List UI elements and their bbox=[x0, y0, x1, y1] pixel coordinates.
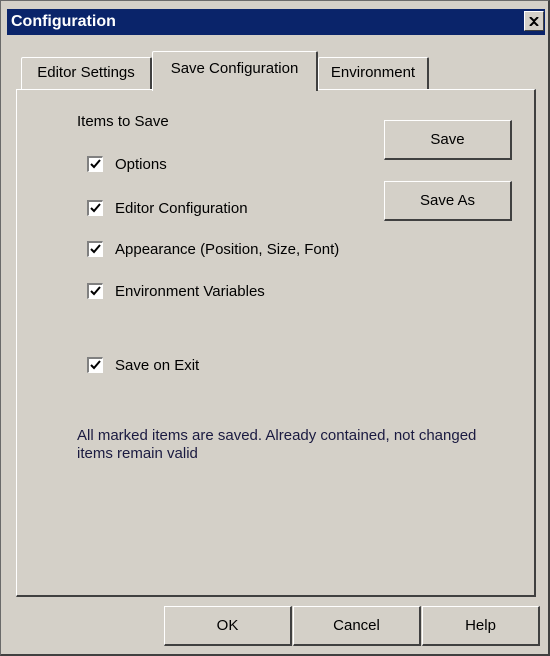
save-as-button[interactable]: Save As bbox=[384, 181, 512, 221]
checkbox-label: Environment Variables bbox=[115, 282, 265, 300]
checkbox-box[interactable] bbox=[87, 283, 103, 299]
window-title: Configuration bbox=[11, 13, 116, 30]
checkmark-icon bbox=[90, 360, 101, 370]
checkmark-icon bbox=[90, 203, 101, 213]
tab-label: Environment bbox=[330, 64, 416, 81]
checkbox-label: Appearance (Position, Size, Font) bbox=[115, 240, 340, 258]
tab-environment[interactable]: Environment bbox=[318, 57, 429, 89]
title-bar[interactable]: Configuration bbox=[7, 9, 545, 35]
checkmark-icon bbox=[90, 159, 101, 169]
checkbox-environment-variables[interactable]: Environment Variables bbox=[87, 281, 265, 301]
info-note: All marked items are saved. Already cont… bbox=[77, 427, 477, 462]
cancel-button[interactable]: Cancel bbox=[293, 606, 421, 646]
save-button[interactable]: Save bbox=[384, 120, 512, 160]
items-to-save-label: Items to Save bbox=[77, 113, 169, 130]
checkmark-icon bbox=[90, 286, 101, 296]
checkbox-box[interactable] bbox=[87, 357, 103, 373]
checkbox-label: Save on Exit bbox=[115, 356, 200, 374]
checkbox-appearance[interactable]: Appearance (Position, Size, Font) bbox=[87, 239, 339, 259]
tab-label: Editor Settings bbox=[37, 64, 135, 81]
checkbox-box[interactable] bbox=[87, 241, 103, 257]
tab-label: Save Configuration bbox=[170, 60, 299, 77]
tab-editor-settings[interactable]: Editor Settings bbox=[21, 57, 152, 89]
checkbox-editor-configuration[interactable]: Editor Configuration bbox=[87, 198, 248, 218]
ok-button[interactable]: OK bbox=[164, 606, 292, 646]
configuration-dialog: Configuration Editor Settings Save Confi… bbox=[0, 0, 550, 656]
checkbox-save-on-exit[interactable]: Save on Exit bbox=[87, 355, 199, 375]
checkbox-options[interactable]: Options bbox=[87, 154, 167, 174]
close-button[interactable] bbox=[524, 11, 544, 31]
checkbox-label: Options bbox=[115, 155, 167, 173]
tab-save-configuration[interactable]: Save Configuration bbox=[152, 51, 318, 91]
checkbox-box[interactable] bbox=[87, 200, 103, 216]
checkmark-icon bbox=[90, 244, 101, 254]
checkbox-box[interactable] bbox=[87, 156, 103, 172]
help-button[interactable]: Help bbox=[422, 606, 540, 646]
close-icon bbox=[529, 16, 539, 26]
checkbox-label: Editor Configuration bbox=[115, 199, 248, 217]
